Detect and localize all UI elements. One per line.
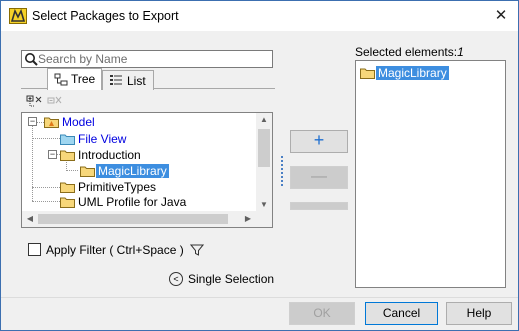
splitter-handle[interactable] bbox=[281, 156, 283, 186]
ok-button: OK bbox=[289, 302, 355, 325]
folder-icon bbox=[360, 68, 375, 79]
file-view-folder-icon bbox=[60, 134, 75, 145]
tree-view-icon bbox=[54, 73, 68, 86]
tree-node-label: MagicLibrary bbox=[96, 164, 169, 178]
tree-node-label: Model bbox=[62, 115, 95, 129]
selected-elements-label: Selected elements: bbox=[355, 45, 458, 59]
selected-elements-header: Selected elements:1 bbox=[355, 45, 464, 59]
tree-connector bbox=[32, 187, 60, 188]
tree-connector bbox=[32, 123, 33, 201]
selected-item-label: MagicLibrary bbox=[376, 66, 449, 80]
search-box[interactable] bbox=[21, 50, 273, 68]
model-folder-icon bbox=[44, 117, 59, 128]
tree-node-label: File View bbox=[78, 132, 127, 146]
scroll-right-icon[interactable]: ▶ bbox=[240, 214, 256, 223]
remove-all-button bbox=[290, 202, 348, 210]
apply-filter-label: Apply Filter ( Ctrl+Space ) bbox=[46, 243, 184, 257]
selected-count: 1 bbox=[457, 45, 464, 59]
add-button[interactable]: + bbox=[290, 130, 348, 153]
collapse-toggle-introduction[interactable]: − bbox=[48, 150, 57, 159]
scroll-up-icon[interactable]: ▲ bbox=[256, 115, 272, 124]
expand-all-icon[interactable] bbox=[26, 95, 42, 109]
tree-node-label: PrimitiveTypes bbox=[78, 180, 157, 194]
apply-filter-checkbox[interactable] bbox=[28, 243, 41, 256]
remove-button: — bbox=[290, 166, 348, 189]
collapse-all-icon bbox=[47, 96, 62, 104]
list-view-icon bbox=[110, 75, 122, 85]
tree-connector bbox=[66, 170, 78, 171]
search-input[interactable] bbox=[38, 51, 270, 67]
scroll-thumb[interactable] bbox=[38, 214, 228, 224]
folder-icon bbox=[60, 150, 75, 161]
title-bar: Select Packages to Export ✕ bbox=[1, 1, 518, 31]
tab-list-label: List bbox=[127, 74, 146, 88]
collapse-toggle-model[interactable]: − bbox=[28, 117, 37, 126]
export-dialog: Select Packages to Export ✕ Tree List bbox=[0, 0, 519, 331]
search-icon bbox=[25, 53, 38, 66]
scroll-thumb[interactable] bbox=[258, 129, 270, 167]
magicdraw-app-icon bbox=[9, 8, 27, 24]
tree-connector bbox=[32, 138, 60, 139]
tree-horizontal-scrollbar[interactable]: ◀ ▶ bbox=[22, 211, 256, 227]
folder-icon bbox=[60, 182, 75, 193]
tab-tree-label: Tree bbox=[71, 72, 96, 86]
tree-node-label: Introduction bbox=[78, 148, 141, 162]
folder-icon bbox=[60, 197, 75, 208]
scroll-down-icon[interactable]: ▼ bbox=[256, 200, 272, 209]
tree-node-label: UML Profile for Java bbox=[78, 195, 187, 209]
tree-connector bbox=[32, 201, 60, 202]
tab-tree[interactable]: Tree bbox=[47, 68, 102, 90]
folder-icon bbox=[80, 166, 95, 177]
tab-list[interactable]: List bbox=[102, 70, 154, 90]
close-icon[interactable]: ✕ bbox=[484, 1, 518, 31]
tree-vertical-scrollbar[interactable]: ▲ ▼ bbox=[256, 113, 272, 211]
help-button[interactable]: Help bbox=[446, 302, 512, 325]
button-bar bbox=[1, 297, 518, 330]
selected-elements-list[interactable]: MagicLibrary bbox=[355, 60, 506, 288]
package-tree[interactable]: − Model File View − Introduction MagicLi… bbox=[21, 112, 273, 228]
chevron-left-circle-icon: < bbox=[169, 272, 183, 286]
cancel-button[interactable]: Cancel bbox=[365, 302, 438, 325]
scroll-corner bbox=[256, 211, 272, 227]
funnel-icon[interactable] bbox=[190, 243, 204, 257]
window-title: Select Packages to Export bbox=[32, 9, 179, 23]
scroll-left-icon[interactable]: ◀ bbox=[22, 214, 38, 223]
single-selection-label: Single Selection bbox=[188, 272, 275, 286]
